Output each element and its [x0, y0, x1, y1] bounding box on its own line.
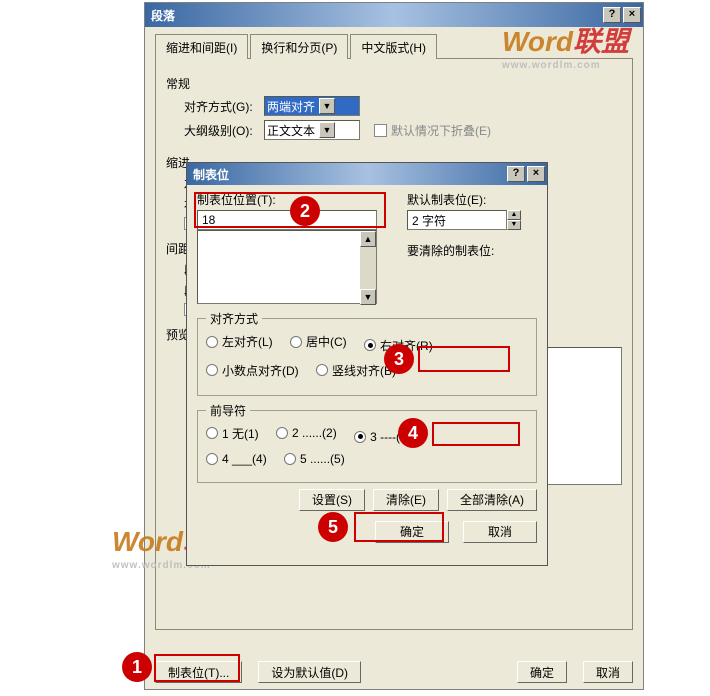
collapse-checkbox [374, 124, 387, 137]
section-general: 常规 [166, 75, 622, 92]
tabs-ok-button[interactable]: 确定 [375, 521, 449, 543]
tab-indent[interactable]: 缩进和间距(I) [155, 34, 248, 59]
default-button[interactable]: 设为默认值(D) [258, 661, 361, 683]
ok-button[interactable]: 确定 [517, 661, 567, 683]
callout-1: 1 [122, 652, 152, 682]
clear-button[interactable]: 清除(E) [373, 489, 439, 511]
tabs-button[interactable]: 制表位(T)... [155, 661, 242, 683]
close-button[interactable]: × [623, 7, 641, 23]
clearall-button[interactable]: 全部清除(A) [447, 489, 537, 511]
cancel-button[interactable]: 取消 [583, 661, 633, 683]
radio-leader-none[interactable]: 1 无(1) [206, 425, 259, 442]
radio-decimal[interactable]: 小数点对齐(D) [206, 362, 299, 379]
outline-label: 大纲级别(O): [184, 122, 264, 139]
spin-buttons[interactable]: ▲ ▼ [507, 210, 521, 230]
outline-value: 正文文本 [267, 122, 315, 139]
align-select[interactable]: 两端对齐 ▼ [264, 96, 360, 116]
collapse-label: 默认情况下折叠(E) [391, 122, 491, 139]
radio-leader-mid[interactable]: 5 ......(5) [284, 452, 345, 466]
default-tab-input[interactable]: 2 字符 [407, 210, 507, 230]
callout-4: 4 [398, 418, 428, 448]
alignment-group: 对齐方式 左对齐(L) 居中(C) 右对齐(R) 小数点对齐(D) 竖线对齐(B… [197, 310, 537, 396]
clear-tabs-label: 要清除的制表位: [407, 242, 537, 259]
tab-chinese[interactable]: 中文版式(H) [350, 34, 437, 59]
default-tab-label: 默认制表位(E): [407, 191, 537, 208]
callout-3: 3 [384, 344, 414, 374]
tabs-help-button[interactable]: ? [507, 166, 525, 182]
radio-center[interactable]: 居中(C) [290, 333, 347, 350]
paragraph-bottom-buttons: 制表位(T)... 设为默认值(D) 确定 取消 [155, 661, 633, 683]
align-value: 两端对齐 [267, 98, 315, 115]
alignment-legend: 对齐方式 [206, 310, 262, 327]
scroll-down-icon[interactable]: ▼ [360, 289, 376, 305]
default-tab-value: 2 字符 [412, 212, 446, 229]
set-button[interactable]: 设置(S) [299, 489, 365, 511]
radio-leader-under[interactable]: 4 ___(4) [206, 452, 267, 466]
tab-pagebreak[interactable]: 换行和分页(P) [250, 34, 348, 59]
leader-group: 前导符 1 无(1) 2 ......(2) 3 ----(3) 4 ___(4… [197, 402, 537, 483]
tab-pos-list[interactable]: ▲ ▼ [197, 230, 377, 304]
tabs-cancel-button[interactable]: 取消 [463, 521, 537, 543]
scrollbar[interactable]: ▲ ▼ [360, 231, 376, 303]
callout-5: 5 [318, 512, 348, 542]
chevron-down-icon: ▼ [319, 98, 335, 114]
tabs-titlebar: 制表位 ? × [187, 163, 547, 185]
tabs-dialog: 制表位 ? × 制表位位置(T): 18 ▲ ▼ 默认制表位(E) [186, 162, 548, 566]
paragraph-title: 段落 [151, 7, 175, 24]
spin-up-icon[interactable]: ▲ [507, 210, 521, 220]
tab-row: 缩进和间距(I) 换行和分页(P) 中文版式(H) [155, 33, 633, 58]
spin-down-icon[interactable]: ▼ [507, 220, 521, 230]
radio-leader-dots[interactable]: 2 ......(2) [276, 426, 337, 440]
tabs-body: 制表位位置(T): 18 ▲ ▼ 默认制表位(E): 2 字符 [187, 185, 547, 565]
align-label: 对齐方式(G): [184, 98, 264, 115]
tabs-close-button[interactable]: × [527, 166, 545, 182]
radio-left[interactable]: 左对齐(L) [206, 333, 273, 350]
help-button[interactable]: ? [603, 7, 621, 23]
tab-pos-value: 18 [202, 213, 215, 227]
paragraph-titlebar: 段落 ? × [145, 3, 643, 27]
scroll-up-icon[interactable]: ▲ [360, 231, 376, 247]
outline-select[interactable]: 正文文本 ▼ [264, 120, 360, 140]
leader-legend: 前导符 [206, 402, 250, 419]
tab-pos-input[interactable]: 18 [197, 210, 377, 230]
callout-2: 2 [290, 196, 320, 226]
tabs-title: 制表位 [193, 166, 229, 183]
chevron-down-icon: ▼ [319, 122, 335, 138]
